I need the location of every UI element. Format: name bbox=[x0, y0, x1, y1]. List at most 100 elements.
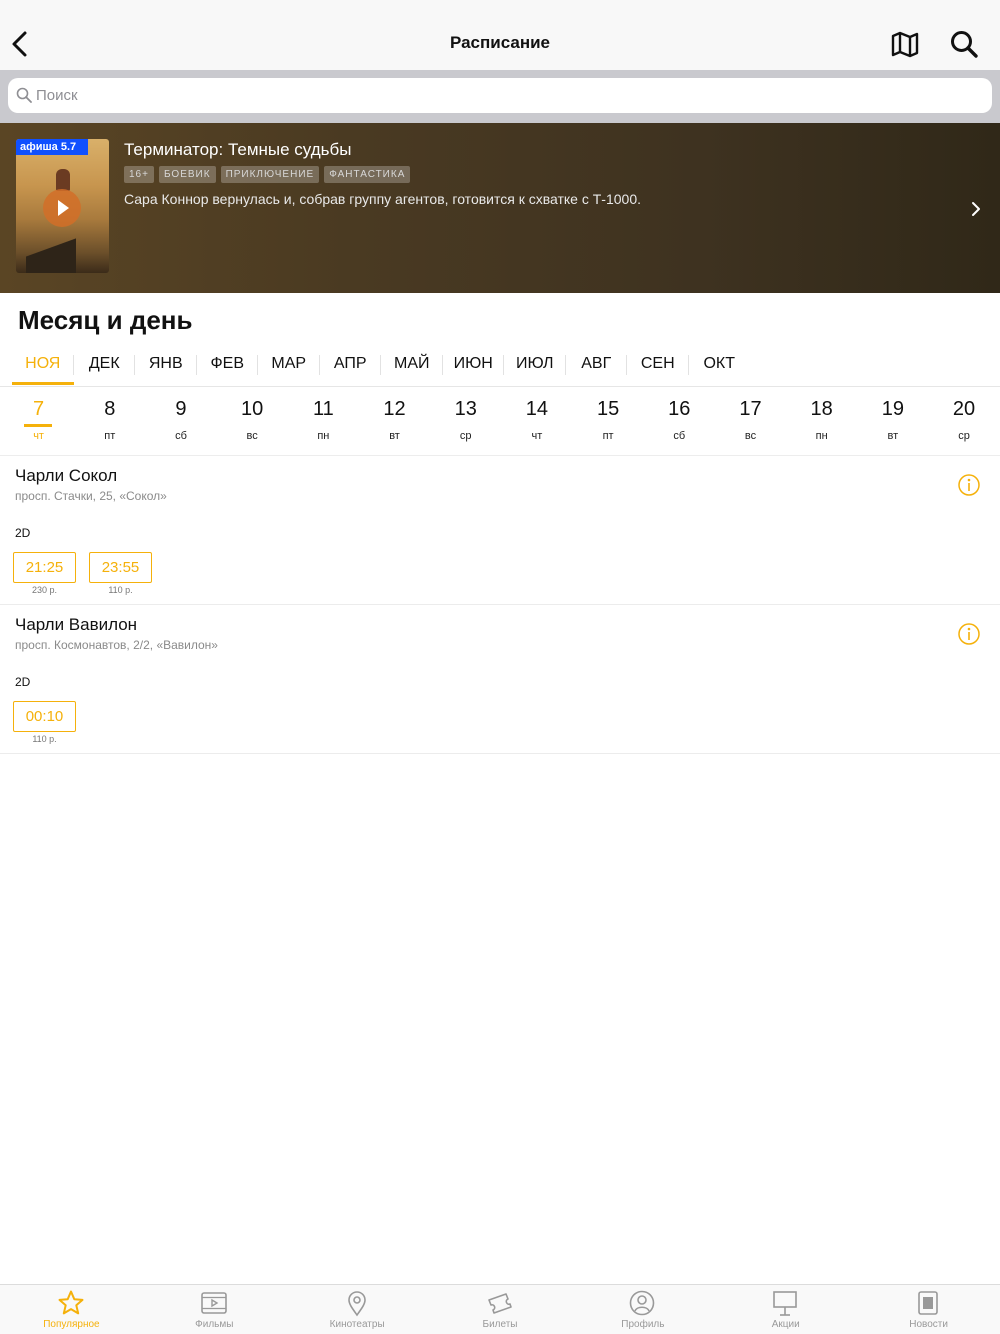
month-label: ДЕК bbox=[88, 355, 120, 372]
page-title: Расписание bbox=[449, 33, 551, 52]
format-label: 2D bbox=[15, 526, 31, 540]
tab-popular[interactable]: Популярное bbox=[0, 1285, 143, 1334]
day-item[interactable]: 19 вт bbox=[857, 388, 928, 454]
day-item[interactable]: 13 ср bbox=[430, 388, 501, 454]
month-label: СЕН bbox=[640, 355, 675, 372]
tab-label: Акции bbox=[771, 1319, 800, 1330]
month-tab[interactable]: АВГ bbox=[566, 344, 628, 386]
tab-label: Фильмы bbox=[195, 1319, 234, 1330]
session-price: 230 р. bbox=[31, 585, 58, 595]
day-number: 15 bbox=[596, 398, 620, 420]
session-list: 21:25 230 р. 23:55 110 р. bbox=[13, 552, 152, 595]
day-item[interactable]: 17 вс bbox=[715, 388, 786, 454]
play-icon[interactable] bbox=[43, 189, 81, 227]
day-item[interactable]: 20 ср bbox=[928, 388, 999, 454]
weekday: вт bbox=[389, 430, 400, 442]
poster-road bbox=[26, 233, 76, 273]
month-tab[interactable]: ИЮН bbox=[443, 344, 505, 386]
tab-promotions[interactable]: Акции bbox=[714, 1285, 857, 1334]
tab-cinemas[interactable]: Кинотеатры bbox=[286, 1285, 429, 1334]
movie-banner[interactable]: афиша 5.7 Терминатор: Темные судьбы 16+ … bbox=[0, 123, 1000, 293]
session-item: 21:25 230 р. bbox=[13, 552, 76, 595]
month-tab[interactable]: ФЕВ bbox=[197, 344, 259, 386]
day-item[interactable]: 9 сб bbox=[145, 388, 216, 454]
day-selector: 7 чт 8 пт 9 сб 10 вс 11 пн 12 вт 13 ср 14 чт 15 п… bbox=[3, 388, 1000, 454]
rating-badge: афиша 5.7 bbox=[16, 139, 88, 155]
day-item[interactable]: 15 пт bbox=[573, 388, 644, 454]
tab-bar: Популярное Фильмы Кинотеатры Билеты Проф… bbox=[0, 1284, 1000, 1334]
tab-tickets[interactable]: Билеты bbox=[429, 1285, 572, 1334]
day-item[interactable]: 8 пт bbox=[74, 388, 145, 454]
film-icon bbox=[201, 1292, 227, 1314]
month-tab[interactable]: ЯНВ bbox=[135, 344, 197, 386]
day-number: 20 bbox=[952, 398, 976, 420]
profile-icon bbox=[630, 1290, 655, 1316]
info-icon[interactable] bbox=[958, 623, 980, 645]
active-underline bbox=[12, 382, 74, 385]
session-list: 00:10 110 р. bbox=[13, 701, 76, 744]
movie-description: Сара Коннор вернулась и, собрав группу а… bbox=[124, 191, 641, 207]
search-small-icon bbox=[16, 87, 32, 103]
month-label: ИЮН bbox=[453, 355, 493, 372]
session-time-button[interactable]: 21:25 bbox=[13, 552, 76, 583]
day-number: 11 bbox=[312, 398, 334, 420]
month-tab[interactable]: АПР bbox=[320, 344, 382, 386]
month-label: ФЕВ bbox=[210, 355, 244, 372]
cinema-address: просп. Космонавтов, 2/2, «Вавилон» bbox=[15, 638, 218, 652]
divider bbox=[0, 386, 1000, 387]
day-number: 10 bbox=[241, 398, 264, 420]
cinema-name: Чарли Вавилон bbox=[15, 615, 138, 634]
month-tab[interactable]: МАЙ bbox=[381, 344, 443, 386]
search-input[interactable] bbox=[36, 78, 976, 113]
map-icon[interactable] bbox=[890, 30, 920, 58]
day-item[interactable]: 12 вт bbox=[359, 388, 430, 454]
tab-label: Новости bbox=[909, 1319, 948, 1330]
day-item[interactable]: 7 чт bbox=[3, 388, 74, 454]
month-tab[interactable]: СЕН bbox=[627, 344, 689, 386]
tab-news[interactable]: Новости bbox=[857, 1285, 1000, 1334]
billboard-icon bbox=[773, 1291, 798, 1316]
month-label: ИЮЛ bbox=[516, 355, 554, 372]
search-field[interactable] bbox=[8, 78, 992, 113]
month-label: АВГ bbox=[581, 355, 612, 372]
weekday: чт bbox=[33, 430, 44, 442]
movie-tags: 16+ БОЕВИК ПРИКЛЮЧЕНИЕ ФАНТАСТИКА bbox=[124, 166, 411, 183]
movie-title: Терминатор: Темные судьбы bbox=[124, 140, 352, 159]
info-icon[interactable] bbox=[958, 474, 980, 496]
month-tab[interactable]: ИЮЛ bbox=[504, 344, 566, 386]
month-tab[interactable]: ДЕК bbox=[74, 344, 136, 386]
day-item[interactable]: 14 чт bbox=[501, 388, 572, 454]
tab-label: Профиль bbox=[621, 1319, 665, 1330]
session-price: 110 р. bbox=[108, 585, 133, 595]
day-item[interactable]: 18 пн bbox=[786, 388, 857, 454]
day-number: 16 bbox=[668, 398, 691, 420]
month-label: ОКТ bbox=[703, 355, 736, 372]
month-tab[interactable]: МАР bbox=[258, 344, 320, 386]
format-label: 2D bbox=[15, 675, 31, 689]
month-selector: НОЯ ДЕК ЯНВ ФЕВ МАР АПР МАЙ ИЮН ИЮЛ АВГ … bbox=[12, 344, 750, 386]
tab-label: Кинотеатры bbox=[329, 1319, 385, 1330]
day-item[interactable]: 10 вс bbox=[217, 388, 288, 454]
tab-profile[interactable]: Профиль bbox=[571, 1285, 714, 1334]
chevron-right-icon bbox=[972, 202, 980, 216]
weekday: пн bbox=[317, 430, 330, 442]
session-item: 23:55 110 р. bbox=[89, 552, 152, 595]
weekday: вс bbox=[744, 430, 757, 442]
month-tab[interactable]: НОЯ bbox=[12, 344, 74, 386]
divider bbox=[0, 753, 1000, 754]
day-number: 14 bbox=[525, 398, 549, 420]
search-icon[interactable] bbox=[949, 29, 979, 59]
session-time-button[interactable]: 23:55 bbox=[89, 552, 152, 583]
month-tab[interactable]: ОКТ bbox=[689, 344, 751, 386]
session-price: 110 р. bbox=[32, 734, 57, 744]
session-time-button[interactable]: 00:10 bbox=[13, 701, 76, 732]
age-rating-tag: 16+ bbox=[124, 166, 154, 183]
news-icon bbox=[918, 1291, 938, 1315]
tab-films[interactable]: Фильмы bbox=[143, 1285, 286, 1334]
poster-figure bbox=[56, 169, 70, 191]
cinema-address: просп. Стачки, 25, «Сокол» bbox=[15, 489, 167, 503]
nav-header: Расписание bbox=[0, 0, 1000, 70]
day-item[interactable]: 11 пн bbox=[288, 388, 359, 454]
genre-tag: БОЕВИК bbox=[158, 166, 216, 183]
day-item[interactable]: 16 сб bbox=[644, 388, 715, 454]
